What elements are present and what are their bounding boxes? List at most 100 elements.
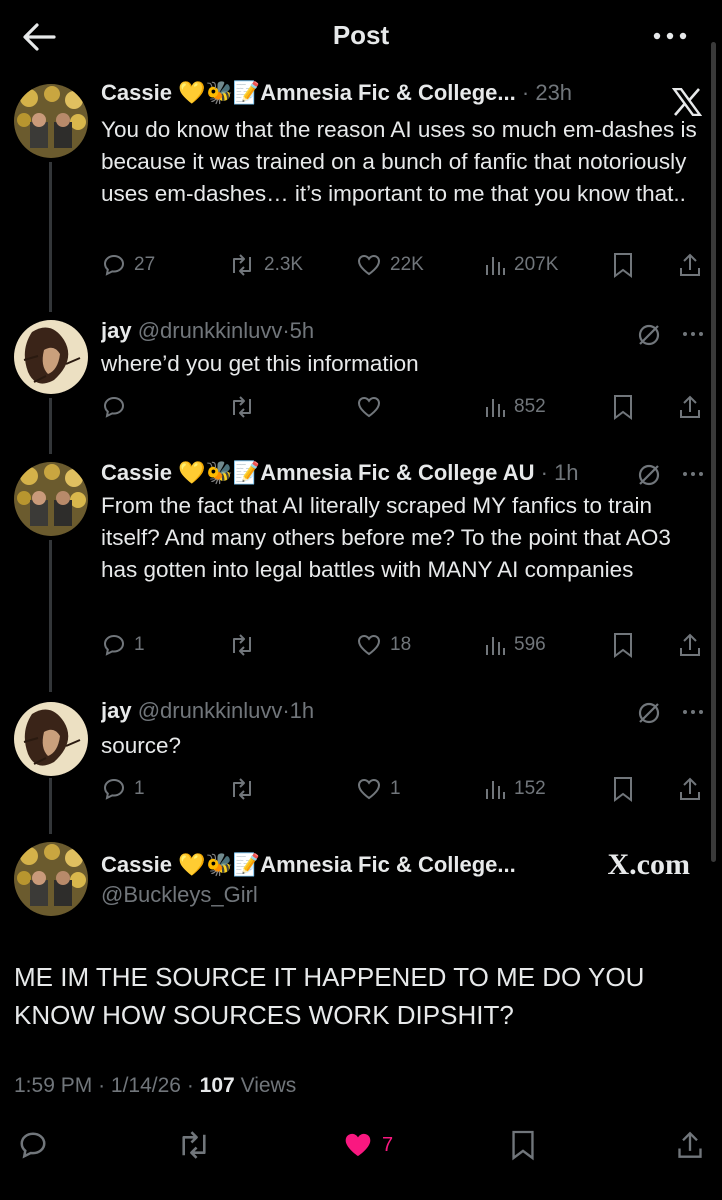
display-name[interactable]: Cassie 💛🐝📝Amnesia Fic & College... [101,852,516,877]
bookmark-icon[interactable] [510,1126,536,1164]
separator: · [540,460,548,485]
views-button[interactable]: 207K [484,250,558,280]
like-count: 7 [382,1133,394,1156]
views-button[interactable]: 852 [484,392,546,422]
separator: · [282,318,290,343]
repost-button[interactable] [228,630,264,660]
like-button[interactable] [356,392,390,422]
handle[interactable]: @drunkkinluvv [138,698,283,723]
bookmark-icon[interactable] [612,392,634,422]
reply-tweet[interactable]: jay @drunkkinluvv·5h where’d you get thi… [0,318,722,438]
like-count: 22K [390,254,424,275]
display-name[interactable]: jay [101,318,132,343]
avatar[interactable] [14,842,88,916]
repost-button[interactable]: 2.3K [228,250,303,280]
timestamp[interactable]: 1h [290,698,314,723]
tweet-header: Cassie 💛🐝📝Amnesia Fic & College AU · 1h [101,460,642,486]
reply-tweet[interactable]: jay @drunkkinluvv·1h source? 1 1 152 [0,698,722,818]
avatar[interactable] [14,84,88,158]
views-icon [486,399,505,417]
tweet-text: From the fact that AI literally scraped … [101,493,671,582]
share-icon[interactable] [678,250,702,280]
like-button[interactable]: 7 [342,1126,393,1164]
reply-tweet[interactable]: Cassie 💛🐝📝Amnesia Fic & College AU · 1h … [0,460,722,670]
views-count: 596 [514,634,546,655]
separator: · [282,698,290,723]
grok-icon[interactable] [636,462,662,488]
repost-button[interactable] [228,392,264,422]
views-count: 107 [199,1074,235,1097]
timestamp[interactable]: 5h [290,318,314,343]
more-options-icon[interactable] [682,708,704,716]
display-name[interactable]: Cassie 💛🐝📝Amnesia Fic & College AU [101,460,534,485]
heart-icon [357,634,381,656]
reply-count: 1 [134,634,145,655]
heart-icon [357,778,381,800]
bookmark-icon[interactable] [612,630,634,660]
separator: · [521,80,530,105]
like-button[interactable]: 1 [356,774,401,804]
repost-button[interactable] [228,774,264,804]
avatar[interactable] [14,320,88,394]
tweet-header: jay @drunkkinluvv·1h [101,698,702,724]
display-name[interactable]: Cassie 💛🐝📝Amnesia Fic & College... [101,80,516,105]
handle[interactable]: @Buckleys_Girl [101,882,258,907]
reply-icon [103,778,125,800]
more-options-icon[interactable] [682,330,704,338]
reply-count: 27 [134,254,156,275]
reply-button[interactable] [102,392,134,422]
post-date: 1/14/26 [110,1074,181,1097]
reply-icon[interactable] [18,1126,48,1164]
views-button[interactable]: 152 [484,774,546,804]
reply-button[interactable]: 1 [102,774,145,804]
main-display-name: Cassie 💛🐝📝Amnesia Fic & College... [101,852,572,878]
tweet-actions: 1 1 152 [100,774,710,804]
reply-button[interactable]: 1 [102,630,145,660]
repost-icon[interactable] [176,1126,212,1164]
bookmark-icon[interactable] [612,774,634,804]
tweet-actions: 852 [100,392,710,422]
like-button[interactable]: 22K [356,250,424,280]
repost-icon [233,634,251,656]
share-icon[interactable] [676,1126,704,1164]
handle[interactable]: @drunkkinluvv [138,318,283,343]
timestamp[interactable]: 1h [554,460,578,485]
reply-tweet[interactable]: Cassie 💛🐝📝Amnesia Fic & College... · 23h… [0,80,722,290]
reply-icon [103,396,125,418]
grok-icon[interactable] [636,322,662,348]
x-logo-icon [672,88,702,116]
heart-filled-icon [345,1133,371,1157]
tweet-header: Cassie 💛🐝📝Amnesia Fic & College... · 23h [101,80,702,106]
repost-icon [233,254,251,276]
share-icon[interactable] [678,774,702,804]
like-button[interactable]: 18 [356,630,411,660]
reply-count: 1 [134,778,145,799]
views-count: 207K [514,254,559,275]
more-options-icon[interactable] [652,24,688,48]
tweet-actions: 1 18 596 [100,630,710,660]
reply-button[interactable]: 27 [102,250,155,280]
tweet-text: You do know that the reason AI uses so m… [101,117,697,206]
share-icon[interactable] [678,392,702,422]
grok-icon[interactable] [636,700,662,726]
tweet-text: source? [101,733,182,758]
more-options-icon[interactable] [682,470,704,478]
bookmark-icon[interactable] [612,250,634,280]
share-icon[interactable] [678,630,702,660]
repost-icon [233,396,251,418]
views-count: 852 [514,396,546,417]
avatar[interactable] [14,462,88,536]
main-handle-row: @Buckleys_Girl [101,882,702,908]
main-post-text: ME IM THE SOURCE IT HAPPENED TO ME DO YO… [14,962,645,1030]
separator: · [186,1074,194,1097]
avatar[interactable] [14,702,88,776]
tweet-header: jay @drunkkinluvv·5h [101,318,702,344]
views-button[interactable]: 596 [484,630,546,660]
post-time: 1:59 PM [14,1074,93,1097]
tweet-text: where’d you get this information [101,351,419,376]
tweet-actions: 27 2.3K 22K 207K [100,250,710,280]
reply-icon [103,254,125,276]
timestamp[interactable]: 23h [535,80,572,105]
display-name[interactable]: jay [101,698,132,723]
reply-icon [103,634,125,656]
